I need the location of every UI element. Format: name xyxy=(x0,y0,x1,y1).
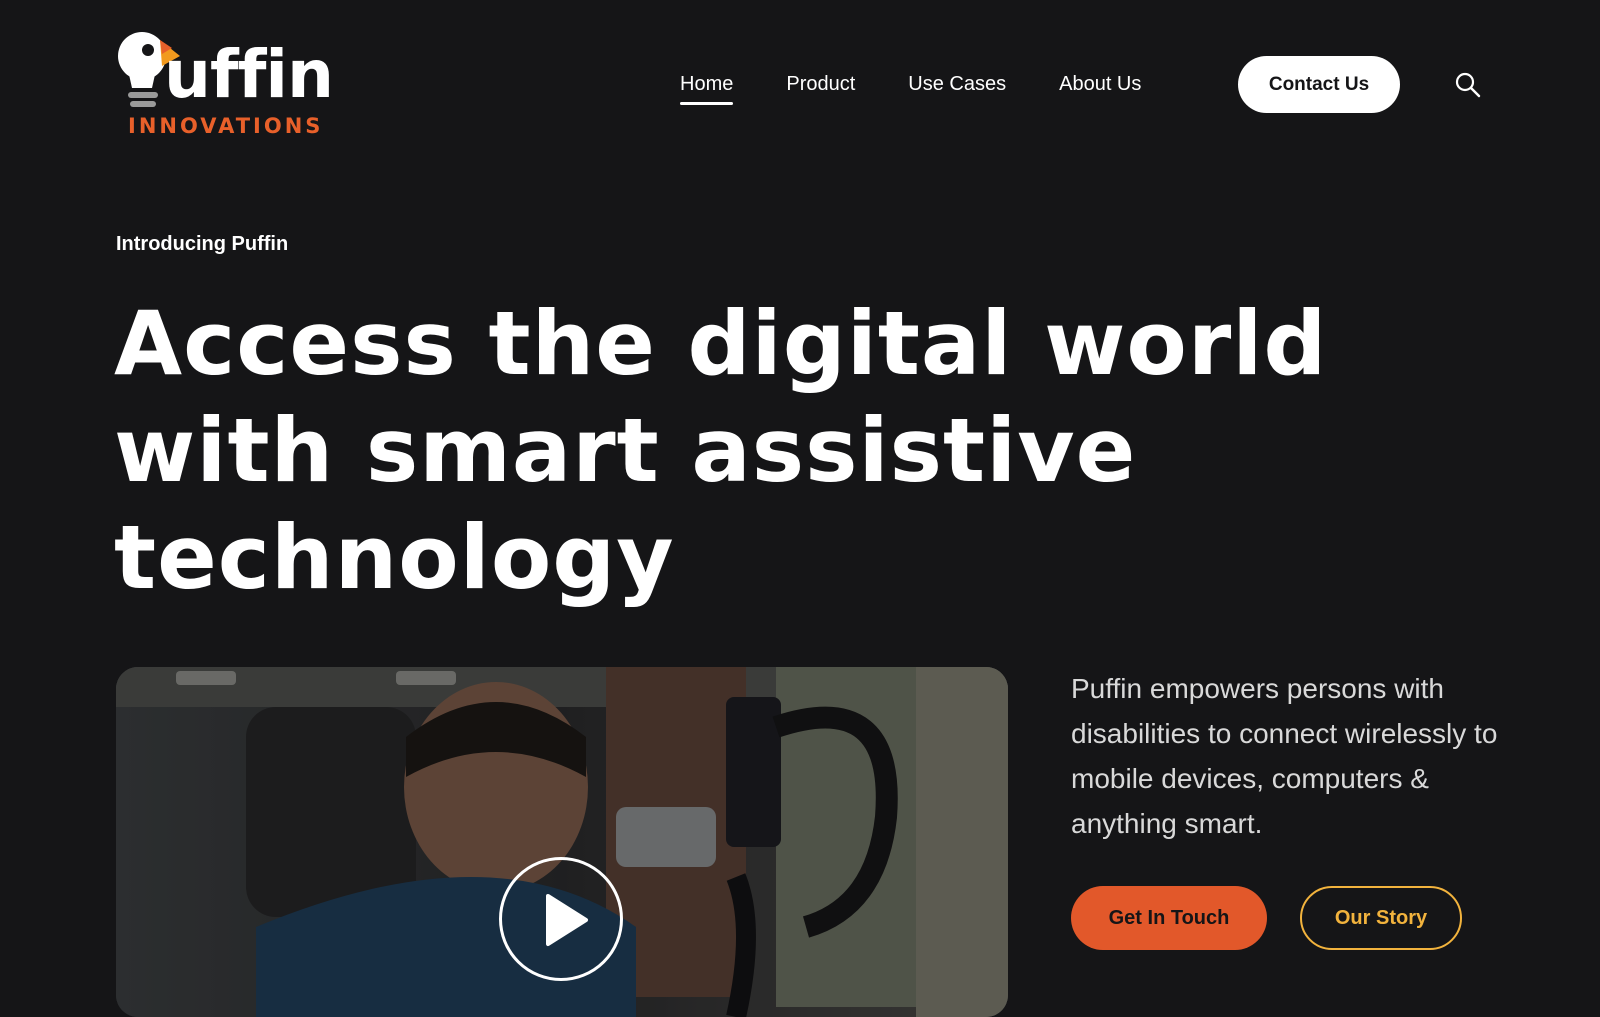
play-icon xyxy=(546,894,588,946)
main-nav: Home Product Use Cases About Us xyxy=(680,56,1194,112)
nav-product[interactable]: Product xyxy=(786,73,855,96)
hero-eyebrow: Introducing Puffin xyxy=(116,233,289,255)
contact-us-button[interactable]: Contact Us xyxy=(1238,56,1400,113)
intro-text: Puffin empowers persons with disabilitie… xyxy=(1071,673,1498,839)
get-in-touch-button[interactable]: Get In Touch xyxy=(1071,886,1267,950)
hero-headline: Access the digital world with smart assi… xyxy=(114,292,1328,609)
our-story-button[interactable]: Our Story xyxy=(1300,886,1462,950)
nav-home[interactable]: Home xyxy=(680,73,734,105)
nav-use-cases[interactable]: Use Cases xyxy=(908,73,1006,96)
play-button[interactable] xyxy=(499,857,623,981)
brand-name: uffin xyxy=(164,36,334,113)
nav-about-us[interactable]: About Us xyxy=(1059,73,1141,96)
hero-video[interactable] xyxy=(116,667,1008,1017)
brand-logo[interactable]: uffin INNOVATIONS xyxy=(112,28,334,140)
search-icon[interactable] xyxy=(1455,72,1481,98)
brand-subtitle: INNOVATIONS xyxy=(128,114,324,138)
